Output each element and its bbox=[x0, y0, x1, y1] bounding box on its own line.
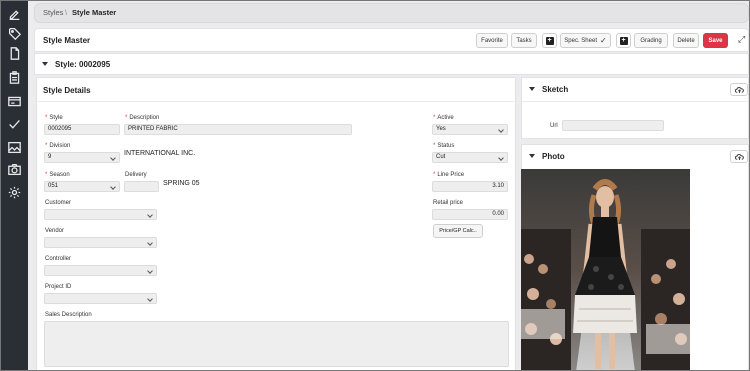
breadcrumb-current: Style Master bbox=[72, 8, 117, 17]
spec-sheet-label: Spec. Sheet bbox=[564, 37, 597, 44]
camera-icon[interactable] bbox=[7, 162, 22, 177]
app-window: Styles \ Style Master Style Master Favor… bbox=[0, 0, 750, 371]
sales-description-label: Sales Description bbox=[45, 312, 92, 318]
upload-photo-button[interactable] bbox=[730, 150, 748, 163]
sketch-title: Sketch bbox=[542, 85, 569, 94]
style-section-header[interactable]: Style: 0002095 bbox=[34, 53, 749, 75]
divider bbox=[522, 101, 748, 102]
vendor-select[interactable] bbox=[44, 237, 157, 248]
cloud-upload-icon bbox=[734, 153, 744, 160]
breadcrumb-separator: \ bbox=[65, 8, 68, 17]
document-icon[interactable] bbox=[7, 46, 22, 61]
style-label: * Style bbox=[45, 115, 63, 121]
delivery-field[interactable] bbox=[124, 181, 159, 192]
upload-sketch-button[interactable] bbox=[730, 83, 748, 96]
clipboard-icon[interactable] bbox=[7, 70, 22, 85]
style-photo bbox=[521, 169, 690, 370]
project-id-label: Project ID bbox=[45, 284, 72, 290]
price-gp-calc-button[interactable]: Price/GP Calc.. bbox=[433, 224, 483, 238]
breadcrumb: Styles \ Style Master bbox=[34, 3, 749, 23]
chevron-down-icon[interactable] bbox=[529, 154, 535, 158]
header-toolbar: Style Master Favorite Tasks + Spec. Shee… bbox=[34, 28, 749, 52]
check-icon: ✓ bbox=[600, 36, 607, 45]
division-label: * Division bbox=[45, 143, 71, 149]
delivery-name: SPRING 05 bbox=[163, 180, 200, 187]
description-field[interactable]: PRINTED FABRIC bbox=[124, 124, 352, 135]
status-select[interactable]: Cut bbox=[432, 152, 508, 163]
sidebar bbox=[1, 1, 28, 370]
chevron-down-icon bbox=[42, 62, 48, 66]
line-price-label: * Line Price bbox=[433, 172, 465, 178]
project-id-select[interactable] bbox=[44, 293, 157, 304]
style-field[interactable]: 0002095 bbox=[44, 124, 120, 135]
division-select[interactable]: 9 bbox=[44, 152, 120, 163]
page-title: Style Master bbox=[43, 36, 91, 45]
save-button[interactable]: Save bbox=[703, 33, 728, 48]
add-grading-button[interactable]: + bbox=[616, 33, 631, 48]
image-icon[interactable] bbox=[7, 140, 22, 155]
description-label: * Description bbox=[125, 115, 160, 121]
check-icon[interactable] bbox=[7, 117, 22, 132]
style-details-title: Style Details bbox=[43, 86, 91, 95]
customer-select[interactable] bbox=[44, 209, 157, 220]
favorite-button[interactable]: Favorite bbox=[476, 33, 508, 48]
card-icon[interactable] bbox=[7, 94, 22, 109]
controller-label: Controller bbox=[45, 256, 72, 262]
season-label: * Season bbox=[45, 172, 70, 178]
style-heading: Style: 0002095 bbox=[55, 60, 111, 69]
add-spec-sheet-button[interactable]: + bbox=[542, 33, 557, 48]
breadcrumb-root[interactable]: Styles bbox=[43, 8, 63, 17]
style-details-panel: Style Details * Style 0002095 * Descriptio… bbox=[36, 77, 516, 370]
divider bbox=[37, 101, 515, 102]
gear-icon[interactable] bbox=[7, 185, 22, 200]
sketch-panel: Sketch Url bbox=[521, 77, 749, 139]
division-name: INTERNATIONAL INC. bbox=[124, 150, 196, 157]
controller-select[interactable] bbox=[44, 265, 157, 276]
delete-button[interactable]: Delete bbox=[673, 33, 699, 48]
line-price-field[interactable]: 3.10 bbox=[432, 181, 508, 192]
retail-price-field[interactable]: 0.00 bbox=[432, 209, 508, 220]
cloud-upload-icon bbox=[734, 86, 744, 93]
spec-sheet-button[interactable]: Spec. Sheet ✓ bbox=[560, 33, 611, 48]
active-label: * Active bbox=[433, 115, 454, 121]
edit-icon[interactable] bbox=[7, 7, 22, 22]
tag-icon[interactable] bbox=[7, 26, 22, 41]
url-field[interactable] bbox=[562, 120, 664, 131]
plus-icon: + bbox=[545, 36, 554, 45]
expand-icon[interactable]: ⤢ bbox=[738, 34, 745, 45]
active-select[interactable]: Yes bbox=[432, 124, 508, 135]
chevron-down-icon[interactable] bbox=[529, 87, 535, 91]
grading-button[interactable]: Grading bbox=[634, 33, 668, 48]
plus-icon: + bbox=[619, 36, 628, 45]
photo-title: Photo bbox=[542, 152, 565, 161]
delivery-label: Delivery bbox=[125, 172, 147, 178]
customer-label: Customer bbox=[45, 200, 72, 206]
retail-price-label: Retail price bbox=[433, 200, 464, 206]
tasks-button[interactable]: Tasks bbox=[511, 33, 537, 48]
url-label: Url bbox=[550, 123, 558, 129]
season-select[interactable]: 051 bbox=[44, 181, 120, 192]
vendor-label: Vendor bbox=[45, 228, 65, 234]
status-label: * Status bbox=[433, 143, 455, 149]
sales-description-textarea[interactable] bbox=[44, 321, 509, 367]
